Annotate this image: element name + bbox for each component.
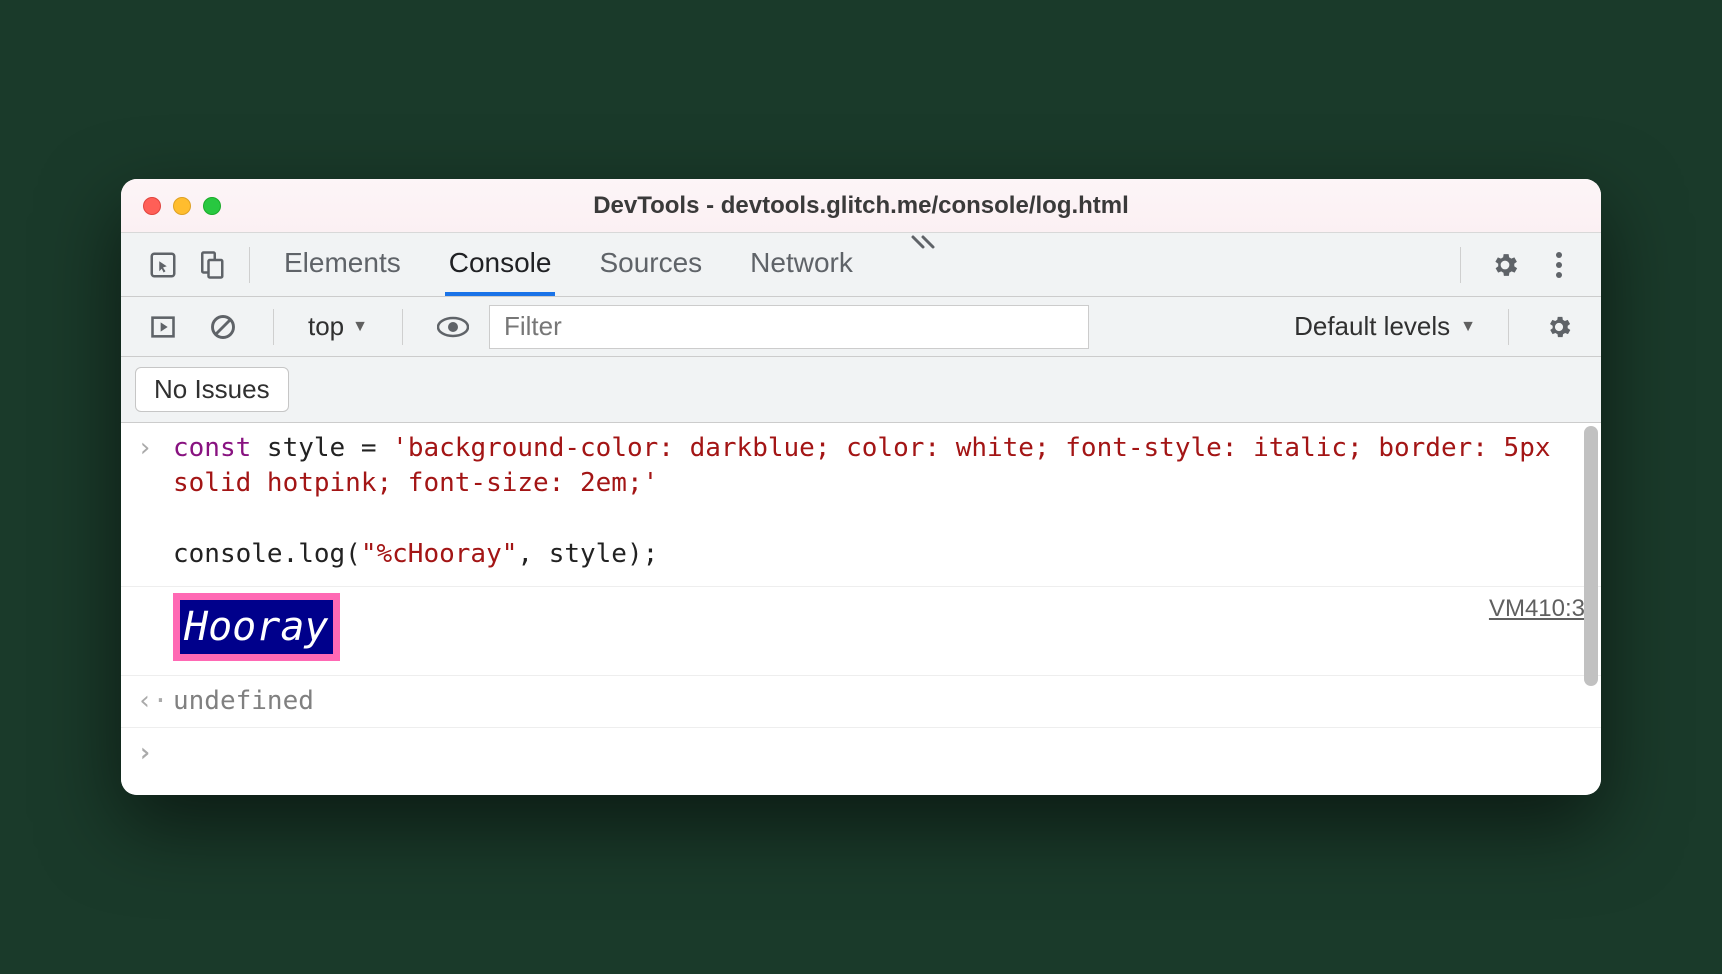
log-levels-select[interactable]: Default levels ▼ [1288,311,1482,342]
panel-tabs: Elements Console Sources Network [264,233,1446,296]
close-icon[interactable] [143,197,161,215]
prompt-icon: › [137,736,173,771]
window-title: DevTools - devtools.glitch.me/console/lo… [121,192,1601,220]
console-input[interactable] [173,736,1585,771]
scrollbar[interactable] [1581,423,1601,795]
prompt-icon: › [137,431,173,571]
console-return-row: ‹· undefined [121,676,1601,728]
titlebar: DevTools - devtools.glitch.me/console/lo… [121,179,1601,233]
divider [402,309,403,345]
scrollbar-thumb[interactable] [1584,426,1598,686]
device-toggle-icon[interactable] [187,241,235,289]
console-output: › const style = 'background-color: darkb… [121,423,1601,795]
console-prompt-row[interactable]: › [121,728,1601,795]
divider [1508,309,1509,345]
issues-button[interactable]: No Issues [135,367,289,412]
levels-label: Default levels [1294,311,1450,342]
maximize-icon[interactable] [203,197,221,215]
tab-elements[interactable]: Elements [280,233,405,296]
settings-icon[interactable] [1481,241,1529,289]
traffic-lights [121,197,221,215]
tabbar: Elements Console Sources Network [121,233,1601,297]
console-toolbar: top ▼ Default levels ▼ [121,297,1601,357]
tab-console[interactable]: Console [445,233,556,296]
context-label: top [308,311,344,342]
issues-bar: No Issues [121,357,1601,423]
divider [1460,247,1461,283]
tab-network[interactable]: Network [746,233,857,296]
inspect-icon[interactable] [139,241,187,289]
code-content: const style = 'background-color: darkblu… [173,431,1585,571]
return-value: undefined [173,684,1585,719]
clear-console-icon[interactable] [199,303,247,351]
chevron-down-icon: ▼ [352,318,368,336]
tab-sources[interactable]: Sources [595,233,706,296]
styled-output: Hooray [173,593,340,661]
console-settings-icon[interactable] [1535,303,1583,351]
context-select[interactable]: top ▼ [300,311,376,342]
filter-input[interactable] [489,305,1089,349]
more-tabs-icon[interactable] [897,233,951,296]
source-link[interactable]: VM410:3 [1469,593,1585,625]
return-icon: ‹· [137,684,173,719]
minimize-icon[interactable] [173,197,191,215]
console-log-row: Hooray VM410:3 [121,587,1601,676]
divider [249,247,250,283]
divider [273,309,274,345]
sidebar-toggle-icon[interactable] [139,303,187,351]
devtools-window: DevTools - devtools.glitch.me/console/lo… [121,179,1601,795]
live-expression-icon[interactable] [429,303,477,351]
kebab-menu-icon[interactable] [1535,241,1583,289]
chevron-down-icon: ▼ [1460,318,1476,336]
console-input-row[interactable]: › const style = 'background-color: darkb… [121,423,1601,586]
